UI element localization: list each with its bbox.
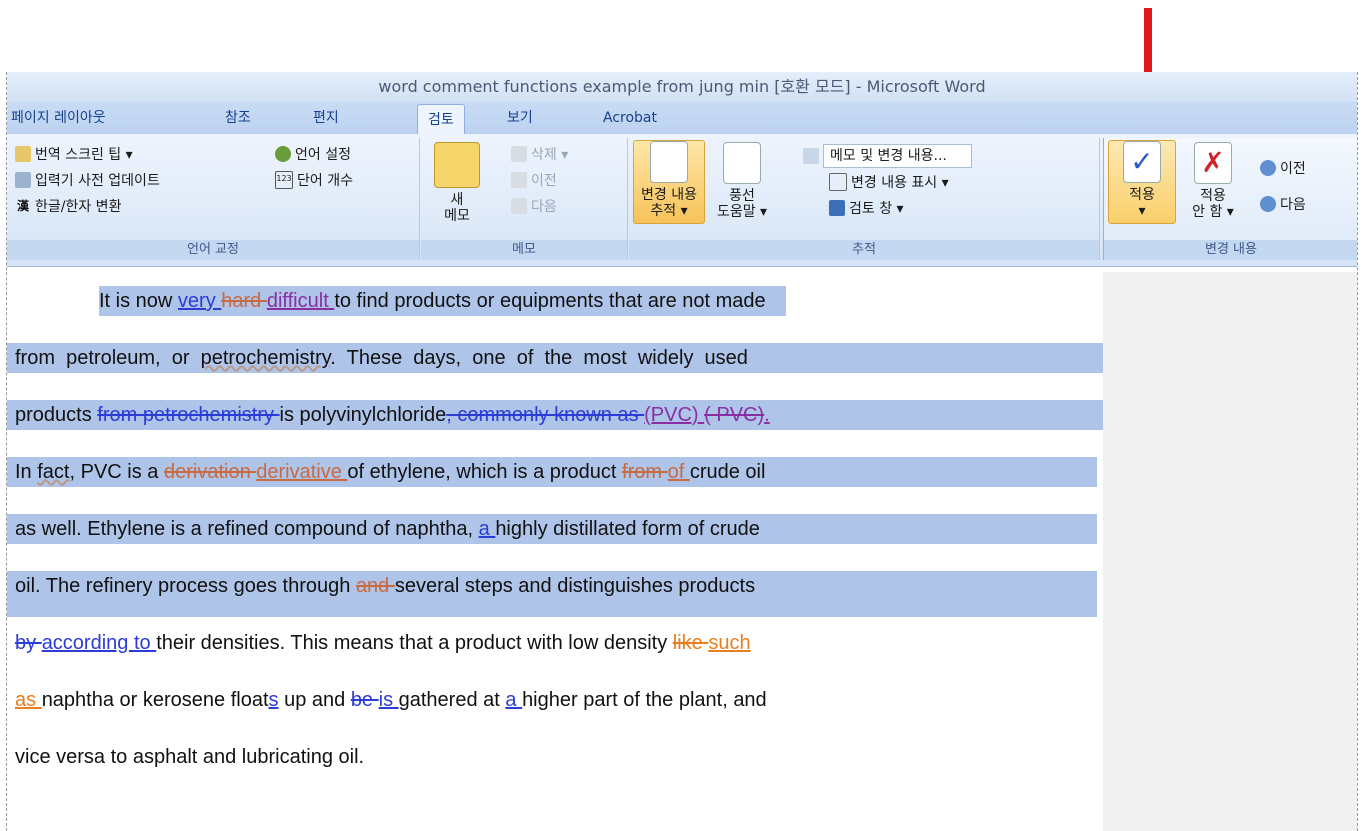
new-comment-icon xyxy=(434,142,480,188)
delete-comment-button[interactable]: 삭제 ▾ xyxy=(511,144,568,164)
text-line-4: In fact, PVC is a derivation derivative … xyxy=(7,457,1097,487)
show-markup-icon xyxy=(829,173,847,191)
accept-button[interactable]: ✓ 적용 ▾ xyxy=(1108,140,1176,224)
text-line-3: products from petrochemistry is polyviny… xyxy=(7,400,1105,430)
group-label-tracking: 추적 xyxy=(629,240,1099,260)
language-icon xyxy=(275,146,291,162)
markup-pane xyxy=(1103,272,1357,831)
text-line-7: by according to their densities. This me… xyxy=(15,632,751,654)
keyboard-icon xyxy=(15,172,31,188)
prev-change-button[interactable]: 이전 xyxy=(1260,158,1306,178)
window-title: word comment functions example from jung… xyxy=(7,72,1357,102)
ribbon-tabs: 페이지 레이아웃 참조 편지 검토 보기 Acrobat xyxy=(7,102,1357,135)
group-comments: 새 메모 삭제 ▾ 이전 다음 메모 xyxy=(421,138,628,260)
next-comment-icon xyxy=(511,198,527,214)
next-comment-button[interactable]: 다음 xyxy=(511,196,557,216)
word-window: word comment functions example from jung… xyxy=(6,72,1358,831)
prev-change-icon xyxy=(1260,160,1276,176)
reject-x-icon: ✗ xyxy=(1194,142,1232,184)
review-pane-icon xyxy=(829,200,845,216)
language-settings-button[interactable]: 언어 설정 xyxy=(275,144,351,164)
translate-icon xyxy=(15,146,31,162)
prev-comment-button[interactable]: 이전 xyxy=(511,170,557,190)
review-pane-button[interactable]: 검토 창 ▾ xyxy=(829,198,904,218)
accept-check-icon: ✓ xyxy=(1123,141,1161,183)
markup-display-select[interactable]: 메모 및 변경 내용... xyxy=(803,144,972,168)
text-line-6: oil. The refinery process goes through a… xyxy=(7,571,1097,617)
tab-mailings[interactable]: 편지 xyxy=(313,102,339,134)
balloons-button[interactable]: 풍선 도움말 ▾ xyxy=(709,142,775,220)
new-comment-button[interactable]: 새 메모 xyxy=(429,142,485,224)
hanja-icon: 漢 xyxy=(16,199,29,213)
next-change-button[interactable]: 다음 xyxy=(1260,194,1306,214)
markup-select-icon xyxy=(803,148,819,164)
show-markup-button[interactable]: 변경 내용 표시 ▾ xyxy=(829,172,949,192)
text-line-2: from petroleum, or petrochemistry. These… xyxy=(7,343,1105,373)
next-change-icon xyxy=(1260,196,1276,212)
group-changes: ✓ 적용 ▾ ✗ 적용 안 함 ▾ 이전 다음 변경 내용 xyxy=(1103,138,1357,260)
text-line-9: vice versa to asphalt and lubricating oi… xyxy=(15,746,365,768)
tab-page-layout[interactable]: 페이지 레이아웃 xyxy=(11,102,106,134)
text-line-8: as naphtha or kerosene floats up and be … xyxy=(15,689,767,711)
balloons-icon xyxy=(723,142,761,184)
delete-comment-icon xyxy=(511,146,527,162)
translate-tip-button[interactable]: 번역 스크린 팁 ▾ xyxy=(15,144,133,164)
reject-button[interactable]: ✗ 적용 안 함 ▾ xyxy=(1180,142,1246,220)
text-line-1: It is now very hard difficult to find pr… xyxy=(7,286,786,316)
ime-update-button[interactable]: 입력기 사전 업데이트 xyxy=(15,170,160,190)
track-changes-button[interactable]: 변경 내용 추적 ▾ xyxy=(633,140,705,224)
group-label-changes: 변경 내용 xyxy=(1104,240,1357,260)
word-count-button[interactable]: 123 단어 개수 xyxy=(275,170,353,190)
word-count-icon: 123 xyxy=(275,171,293,189)
group-label-proofing: 언어 교정 xyxy=(7,240,419,260)
tab-view[interactable]: 보기 xyxy=(507,102,533,134)
tab-acrobat[interactable]: Acrobat xyxy=(603,102,657,134)
group-tracking: 변경 내용 추적 ▾ 풍선 도움말 ▾ 메모 및 변경 내용... 변경 내용 … xyxy=(629,138,1100,260)
tab-review[interactable]: 검토 xyxy=(417,104,465,135)
prev-comment-icon xyxy=(511,172,527,188)
group-label-comments: 메모 xyxy=(421,240,627,260)
hanja-convert-button[interactable]: 漢 한글/한자 변환 xyxy=(15,196,121,216)
group-proofing: 번역 스크린 팁 ▾ 입력기 사전 업데이트 漢 한글/한자 변환 언어 설정 … xyxy=(7,138,420,260)
text-line-5: as well. Ethylene is a refined compound … xyxy=(7,514,1097,544)
track-changes-icon xyxy=(650,141,688,183)
tab-references[interactable]: 참조 xyxy=(225,102,251,134)
ribbon: 번역 스크린 팁 ▾ 입력기 사전 업데이트 漢 한글/한자 변환 언어 설정 … xyxy=(7,134,1357,267)
document-page[interactable]: It is now very hard difficult to find pr… xyxy=(7,272,1105,831)
